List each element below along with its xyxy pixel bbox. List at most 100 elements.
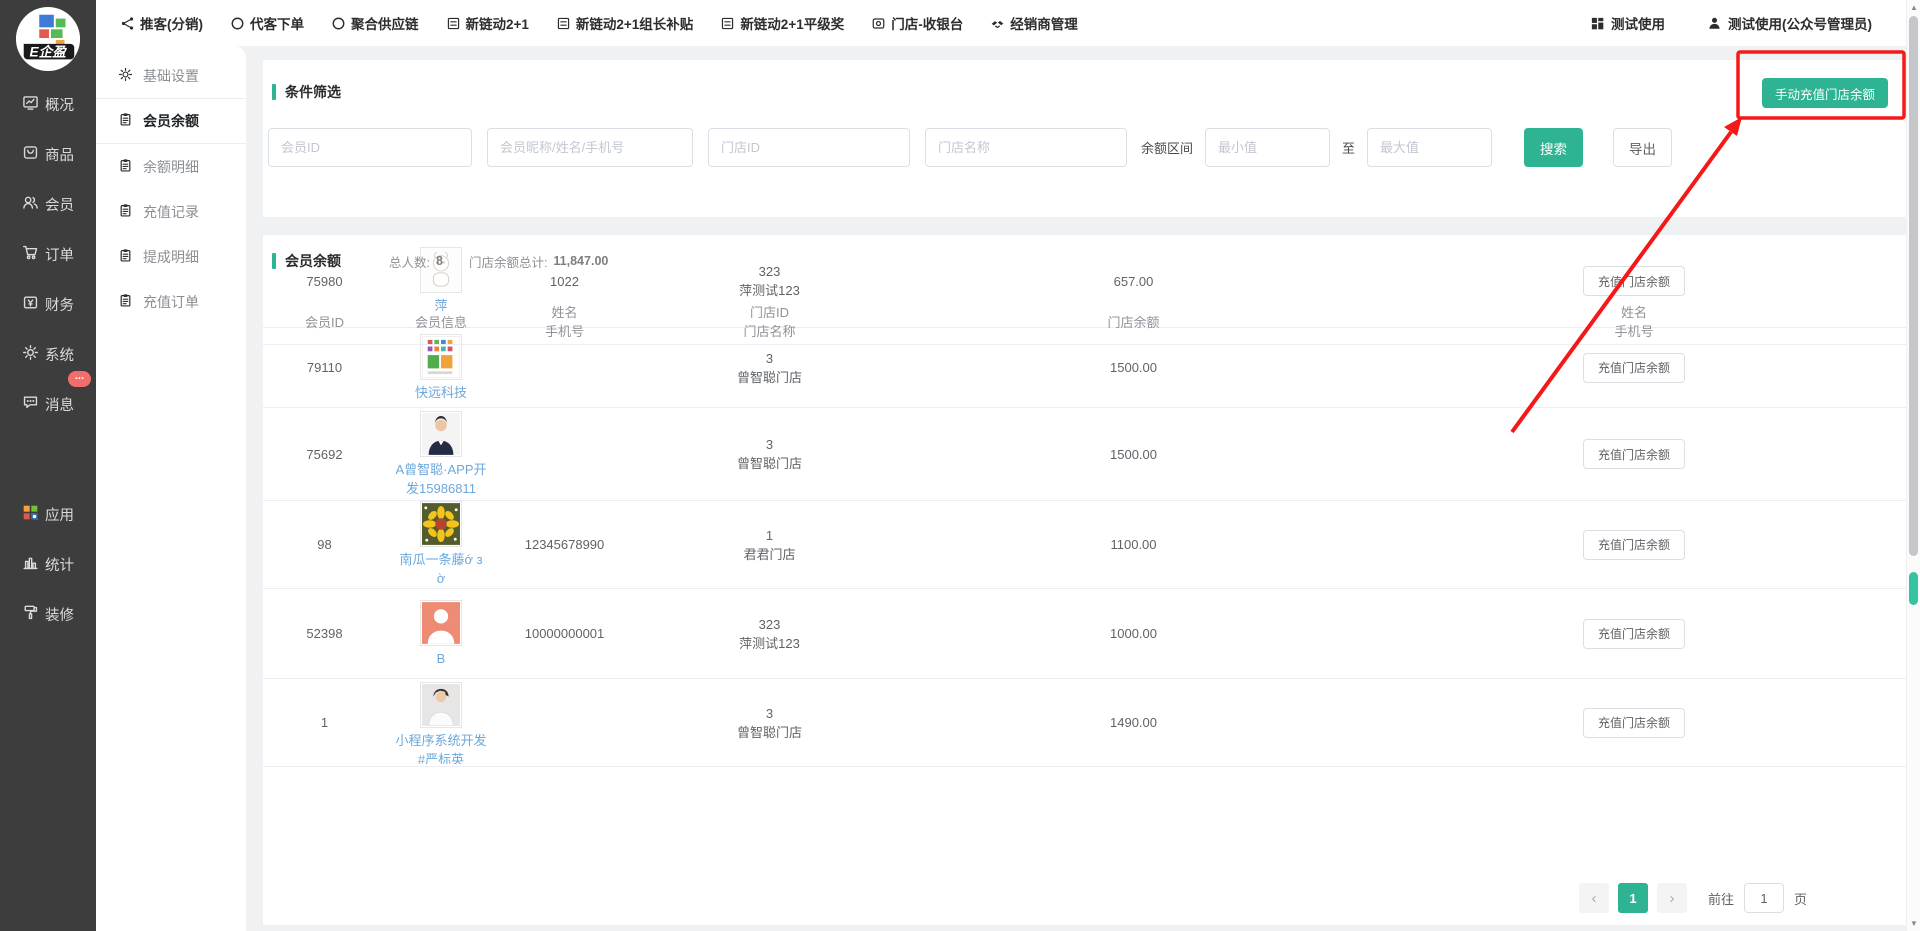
unread-badge: ... <box>68 371 91 387</box>
scrollbar-thumb[interactable] <box>1909 16 1918 556</box>
member-nickname-link[interactable]: A曾智聪·APP开发15986811 <box>395 460 487 498</box>
member-nickname-link[interactable]: 南瓜一条藤ớ з ờ <box>395 550 487 588</box>
submenu-item-余额明细[interactable]: 余额明细 <box>96 144 246 189</box>
action-cell: 充值门店余额 <box>1361 619 1907 649</box>
store-name-input[interactable] <box>925 128 1127 167</box>
recharge-store-balance-button[interactable]: 充值门店余额 <box>1583 530 1685 560</box>
next-page-button[interactable]: › <box>1657 883 1687 913</box>
member-nickname-link[interactable]: 小程序系统开发#严标英 <box>395 731 487 764</box>
submenu-item-基础设置[interactable]: 基础设置 <box>96 54 246 99</box>
user-icon <box>1707 16 1722 31</box>
manual-recharge-store-balance-button[interactable]: 手动充值门店余额 <box>1762 78 1888 108</box>
sidebar-item-应用[interactable]: 应用 <box>0 489 96 539</box>
form-icon <box>556 16 571 31</box>
submenu-item-label: 会员余额 <box>143 111 199 131</box>
action-cell: 充值门店余额 <box>1361 266 1907 296</box>
sidebar-item-装修[interactable]: 装修 <box>0 589 96 639</box>
page-scrollbar[interactable]: ▲ ▼ <box>1906 0 1920 931</box>
form-icon <box>720 16 735 31</box>
filter-row: 余额区间 至 搜索 导出 <box>268 128 1672 167</box>
member-nickname-link[interactable]: B <box>437 649 446 668</box>
topnav-item-label: 代客下单 <box>250 13 304 33</box>
submenu-item-充值订单[interactable]: 充值订单 <box>96 279 246 324</box>
topnav-item-1[interactable]: 代客下单 <box>230 13 304 33</box>
system-icon <box>22 344 39 365</box>
topnav-item-label: 聚合供应链 <box>351 13 419 33</box>
account-item-label: 测试使用 <box>1611 13 1665 33</box>
gear-icon <box>118 67 133 85</box>
grid-icon <box>1590 16 1605 31</box>
recharge-store-balance-button[interactable]: 充值门店余额 <box>1583 619 1685 649</box>
sidebar-item-消息[interactable]: ... 消息 <box>0 379 96 429</box>
balance-range-label: 余额区间 <box>1141 138 1193 157</box>
account-area: 测试使用 测试使用(公众号管理员) <box>1590 13 1906 33</box>
prev-page-button[interactable]: ‹ <box>1579 883 1609 913</box>
orders-icon <box>22 244 39 265</box>
sidebar-item-统计[interactable]: 统计 <box>0 539 96 589</box>
goto-page-input[interactable] <box>1744 883 1784 913</box>
member-nickname-input[interactable] <box>487 128 693 167</box>
sidebar-item-label: 概况 <box>45 94 74 115</box>
search-button[interactable]: 搜索 <box>1524 128 1583 167</box>
member-id-input[interactable] <box>268 128 472 167</box>
balance-min-input[interactable] <box>1205 128 1330 167</box>
store-cashier-icon <box>871 16 886 31</box>
export-button[interactable]: 导出 <box>1613 128 1672 167</box>
sidebar-item-label: 应用 <box>45 504 74 525</box>
balance-sum-value: 11,847.00 <box>553 254 608 268</box>
submenu-item-会员余额[interactable]: 会员余额 <box>96 99 246 144</box>
clipboard-icon <box>118 112 133 130</box>
balance-max-input[interactable] <box>1367 128 1492 167</box>
topnav-item-0[interactable]: 推客(分销) <box>120 13 203 33</box>
topnav-item-3[interactable]: 新链动2+1 <box>446 13 529 33</box>
brand-logo[interactable]: E企盈 <box>14 5 82 73</box>
column-header: 门店ID门店名称 <box>633 303 906 341</box>
sidebar-item-财务[interactable]: 财务 <box>0 279 96 329</box>
sidebar-item-会员[interactable]: 会员 <box>0 179 96 229</box>
sidebar-item-label: 商品 <box>45 144 74 165</box>
sidebar-item-label: 消息 <box>45 394 74 415</box>
sidebar-item-概况[interactable]: 概况 <box>0 79 96 129</box>
recharge-store-balance-button[interactable]: 充值门店余额 <box>1583 353 1685 383</box>
topnav-item-label: 新链动2+1 <box>466 13 529 33</box>
account-item-0[interactable]: 测试使用 <box>1590 13 1665 33</box>
recharge-store-balance-button[interactable]: 充值门店余额 <box>1583 266 1685 296</box>
store-id-input[interactable] <box>708 128 910 167</box>
topnav-item-5[interactable]: 新链动2+1平级奖 <box>720 13 844 33</box>
recharge-store-balance-button[interactable]: 充值门店余额 <box>1583 439 1685 469</box>
phone-cell: 12345678990 <box>496 537 633 552</box>
top-nav: 推客(分销) 代客下单 聚合供应链 新链动2+1 新链动2+1组长补贴 新链动2… <box>96 13 1078 33</box>
dealer-icon <box>990 16 1005 31</box>
sidebar-secondary-group: 应用 统计 装修 <box>0 489 96 639</box>
sidebar-item-label: 会员 <box>45 194 74 215</box>
sidebar-item-商品[interactable]: 商品 <box>0 129 96 179</box>
member-nickname-link[interactable]: 快远科技 <box>415 383 467 402</box>
balance-sum-label: 门店余额总计: <box>469 252 547 271</box>
topnav-item-4[interactable]: 新链动2+1组长补贴 <box>556 13 693 33</box>
account-item-label: 测试使用(公众号管理员) <box>1728 13 1872 33</box>
topnav-item-6[interactable]: 门店-收银台 <box>871 13 963 33</box>
store-cell: 323萍测试123 <box>633 262 906 300</box>
submenu-item-提成明细[interactable]: 提成明细 <box>96 234 246 279</box>
clipboard-icon <box>118 248 133 266</box>
sidebar-primary-group: 概况 商品 会员 订单 财务 系统 ... 消息 <box>0 79 96 429</box>
store-balance-cell: 1500.00 <box>906 447 1361 462</box>
members-icon <box>22 194 39 215</box>
scrollbar-accent-segment[interactable] <box>1909 572 1918 605</box>
goto-label: 前往 <box>1708 889 1734 908</box>
account-item-1[interactable]: 测试使用(公众号管理员) <box>1707 13 1872 33</box>
topnav-item-label: 新链动2+1平级奖 <box>740 13 844 33</box>
primary-sidebar: E企盈 概况 商品 会员 订单 财务 系统 ... 消息 应用 统计 装修 <box>0 0 96 931</box>
topnav-item-7[interactable]: 经销商管理 <box>990 13 1078 33</box>
submenu-item-充值记录[interactable]: 充值记录 <box>96 189 246 234</box>
total-count-value: 8 <box>436 254 443 268</box>
scrollbar-down-arrow-icon[interactable]: ▼ <box>1907 919 1920 928</box>
scrollbar-up-arrow-icon[interactable]: ▲ <box>1907 3 1920 12</box>
recharge-store-balance-button[interactable]: 充值门店余额 <box>1583 708 1685 738</box>
topnav-item-2[interactable]: 聚合供应链 <box>331 13 419 33</box>
goods-icon <box>22 144 39 165</box>
apps-icon <box>22 504 39 525</box>
current-page-button[interactable]: 1 <box>1618 883 1648 913</box>
sidebar-item-订单[interactable]: 订单 <box>0 229 96 279</box>
store-balance-cell: 1490.00 <box>906 715 1361 730</box>
